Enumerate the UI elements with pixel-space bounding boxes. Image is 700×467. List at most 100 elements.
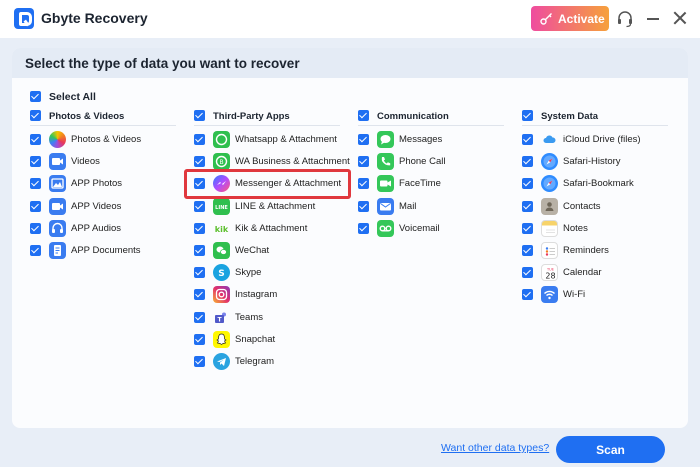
select-all-checkbox[interactable] bbox=[30, 91, 41, 102]
headset-icon[interactable] bbox=[616, 10, 634, 28]
item-label-app-videos[interactable]: APP Videos bbox=[71, 201, 121, 212]
icloud-drive-icon bbox=[541, 131, 558, 148]
checkbox-app-audios[interactable] bbox=[30, 223, 41, 234]
item-label-contacts[interactable]: Contacts bbox=[563, 201, 601, 212]
item-label-kik[interactable]: Kik & Attachment bbox=[235, 223, 307, 234]
videos-icon bbox=[49, 153, 66, 170]
item-label-facetime[interactable]: FaceTime bbox=[399, 178, 441, 189]
checkbox-videos[interactable] bbox=[30, 156, 41, 167]
item-label-skype[interactable]: Skype bbox=[235, 267, 261, 278]
item-label-icloud-drive[interactable]: iCloud Drive (files) bbox=[563, 134, 641, 145]
checkbox-instagram[interactable] bbox=[194, 289, 205, 300]
item-label-whatsapp[interactable]: Whatsapp & Attachment bbox=[235, 134, 337, 145]
checkbox-facetime[interactable] bbox=[358, 178, 369, 189]
checkbox-photos[interactable] bbox=[30, 134, 41, 145]
activate-label: Activate bbox=[558, 11, 605, 26]
svg-text:28: 28 bbox=[545, 272, 555, 281]
divider bbox=[522, 125, 668, 126]
checkbox-icloud-drive[interactable] bbox=[522, 134, 533, 145]
whatsapp-icon bbox=[213, 131, 230, 148]
item-label-instagram[interactable]: Instagram bbox=[235, 289, 277, 300]
photos-icon bbox=[49, 131, 66, 148]
minimize-icon[interactable] bbox=[647, 18, 659, 20]
item-label-telegram[interactable]: Telegram bbox=[235, 356, 274, 367]
phone-call-icon bbox=[377, 153, 394, 170]
checkbox-app-photos[interactable] bbox=[30, 178, 41, 189]
checkbox-wifi[interactable] bbox=[522, 289, 533, 300]
item-label-calendar[interactable]: Calendar bbox=[563, 267, 602, 278]
checkbox-kik[interactable] bbox=[194, 223, 205, 234]
item-label-app-documents[interactable]: APP Documents bbox=[71, 245, 141, 256]
checkbox-app-videos[interactable] bbox=[30, 201, 41, 212]
notes-icon bbox=[541, 220, 558, 237]
checkbox-wechat[interactable] bbox=[194, 245, 205, 256]
category-checkbox-communication[interactable] bbox=[358, 110, 369, 121]
app-title: Gbyte Recovery bbox=[41, 10, 148, 26]
item-label-safari-history[interactable]: Safari-History bbox=[563, 156, 621, 167]
contacts-icon bbox=[541, 198, 558, 215]
item-label-messages[interactable]: Messages bbox=[399, 134, 442, 145]
item-label-mail[interactable]: Mail bbox=[399, 201, 416, 212]
wechat-icon bbox=[213, 242, 230, 259]
item-label-snapchat[interactable]: Snapchat bbox=[235, 334, 275, 345]
item-label-safari-bookmark[interactable]: Safari-Bookmark bbox=[563, 178, 634, 189]
item-label-app-photos[interactable]: APP Photos bbox=[71, 178, 122, 189]
panel-header: Select the type of data you want to reco… bbox=[12, 48, 688, 78]
checkbox-contacts[interactable] bbox=[522, 201, 533, 212]
item-label-notes[interactable]: Notes bbox=[563, 223, 588, 234]
checkbox-safari-history[interactable] bbox=[522, 156, 533, 167]
category-checkbox-photos-videos[interactable] bbox=[30, 110, 41, 121]
telegram-icon bbox=[213, 353, 230, 370]
category-checkbox-third-party[interactable] bbox=[194, 110, 205, 121]
item-label-wa-business[interactable]: WA Business & Attachment bbox=[235, 156, 350, 167]
checkbox-snapchat[interactable] bbox=[194, 334, 205, 345]
item-label-photos[interactable]: Photos & Videos bbox=[71, 134, 141, 145]
item-label-reminders[interactable]: Reminders bbox=[563, 245, 609, 256]
divider bbox=[358, 125, 504, 126]
checkbox-messages[interactable] bbox=[358, 134, 369, 145]
checkbox-teams[interactable] bbox=[194, 312, 205, 323]
item-label-line[interactable]: LINE & Attachment bbox=[235, 201, 315, 212]
messages-icon bbox=[377, 131, 394, 148]
activate-button[interactable]: Activate bbox=[531, 6, 609, 31]
category-label-third-party: Third-Party Apps bbox=[213, 111, 290, 122]
category-checkbox-system-data[interactable] bbox=[522, 110, 533, 121]
checkbox-telegram[interactable] bbox=[194, 356, 205, 367]
item-label-teams[interactable]: Teams bbox=[235, 312, 263, 323]
checkbox-app-documents[interactable] bbox=[30, 245, 41, 256]
category-label-photos-videos: Photos & Videos bbox=[49, 111, 125, 122]
calendar-icon: TUE 28 bbox=[541, 264, 558, 281]
instagram-icon bbox=[213, 286, 230, 303]
wa-business-icon: B bbox=[213, 153, 230, 170]
checkbox-wa-business[interactable] bbox=[194, 156, 205, 167]
checkbox-mail[interactable] bbox=[358, 201, 369, 212]
item-label-app-audios[interactable]: APP Audios bbox=[71, 223, 121, 234]
checkbox-phone-call[interactable] bbox=[358, 156, 369, 167]
item-label-wechat[interactable]: WeChat bbox=[235, 245, 269, 256]
item-label-videos[interactable]: Videos bbox=[71, 156, 100, 167]
checkbox-line[interactable] bbox=[194, 201, 205, 212]
scan-button[interactable]: Scan bbox=[556, 436, 665, 463]
item-label-phone-call[interactable]: Phone Call bbox=[399, 156, 445, 167]
checkbox-calendar[interactable] bbox=[522, 267, 533, 278]
safari-history-icon bbox=[541, 153, 558, 170]
key-icon bbox=[540, 13, 552, 25]
close-icon[interactable] bbox=[673, 11, 687, 25]
kik-icon: kik bbox=[213, 220, 230, 237]
app-documents-icon bbox=[49, 242, 66, 259]
checkbox-skype[interactable] bbox=[194, 267, 205, 278]
item-label-voicemail[interactable]: Voicemail bbox=[399, 223, 440, 234]
line-icon: LINE bbox=[213, 198, 230, 215]
divider bbox=[194, 125, 340, 126]
category-label-system-data: System Data bbox=[541, 111, 599, 122]
data-type-panel: Select the type of data you want to reco… bbox=[12, 48, 688, 428]
checkbox-voicemail[interactable] bbox=[358, 223, 369, 234]
checkbox-reminders[interactable] bbox=[522, 245, 533, 256]
svg-text:LINE: LINE bbox=[215, 205, 228, 211]
checkbox-whatsapp[interactable] bbox=[194, 134, 205, 145]
checkbox-safari-bookmark[interactable] bbox=[522, 178, 533, 189]
checkbox-notes[interactable] bbox=[522, 223, 533, 234]
other-data-types-link[interactable]: Want other data types? bbox=[441, 442, 549, 454]
item-label-wifi[interactable]: Wi-Fi bbox=[563, 289, 585, 300]
teams-icon: T bbox=[213, 309, 230, 326]
